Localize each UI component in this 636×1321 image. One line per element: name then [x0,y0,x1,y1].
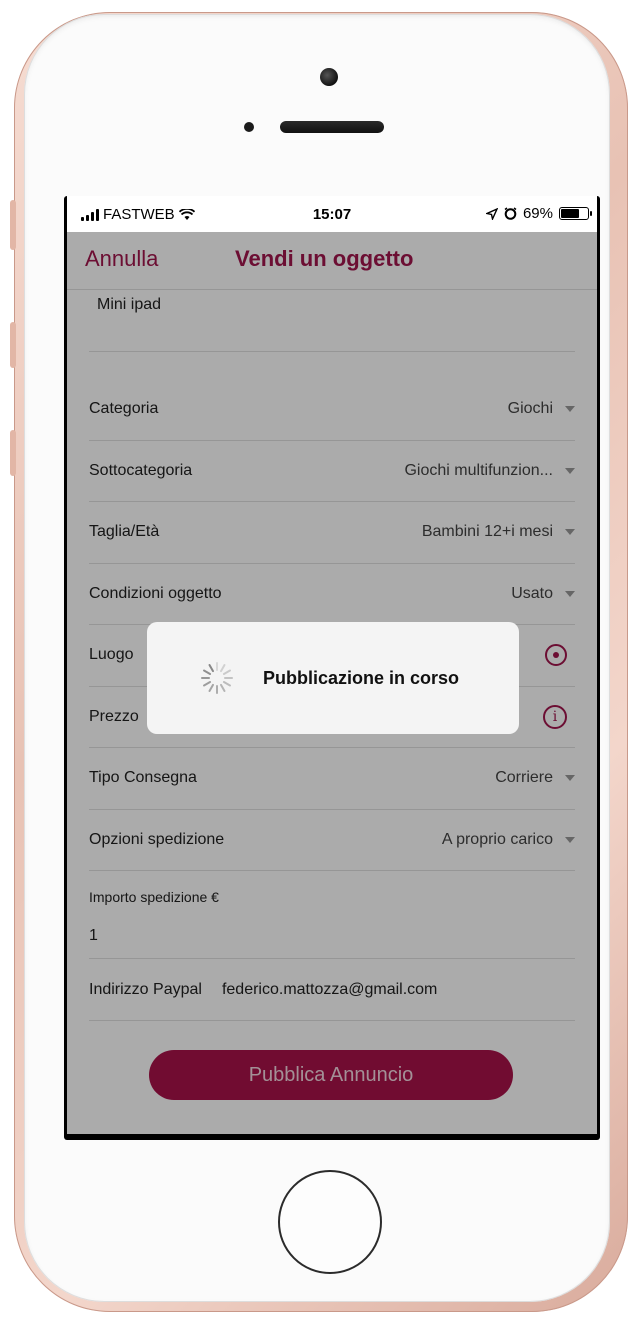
spinner-tick [201,677,210,679]
alarm-icon [504,207,517,220]
status-right: 69% [485,205,592,222]
mute-switch [10,200,16,250]
spinner-tick [202,669,212,676]
volume-up-button [10,322,16,368]
volume-down-button [10,430,16,476]
battery-level [561,209,579,218]
spinner-tick [219,683,226,693]
battery-icon [559,207,592,220]
earpiece-speaker [280,121,384,133]
spinner-tick [222,669,232,676]
battery-percent: 69% [522,205,553,222]
proximity-sensor [244,122,254,132]
spinner-icon [199,660,235,696]
app-screen: FASTWEB 15:07 69% Annulla Vendi un ogget… [67,196,597,1134]
spinner-tick [208,683,215,693]
front-camera [320,68,338,86]
spinner-tick [216,662,218,671]
spinner-tick [208,663,215,673]
progress-message: Pubblicazione in corso [263,667,460,688]
spinner-tick [224,677,233,679]
spinner-tick [216,685,218,694]
phone-screen: FASTWEB 15:07 69% Annulla Vendi un ogget… [64,196,600,1140]
location-arrow-icon [485,207,498,220]
progress-hud: Pubblicazione in corso [147,622,519,734]
status-bar: FASTWEB 15:07 69% [67,196,597,232]
home-button[interactable] [278,1170,382,1274]
spinner-tick [222,680,232,687]
